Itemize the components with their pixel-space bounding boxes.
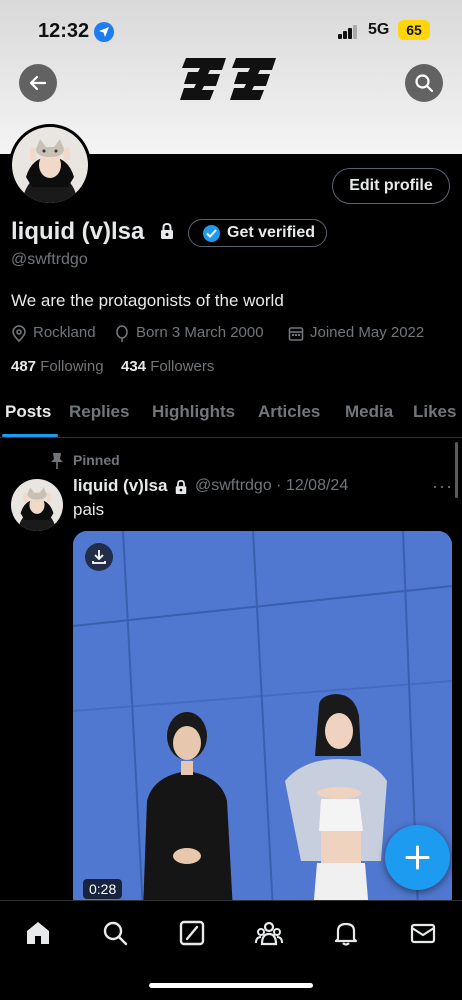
get-verified-label: Get verified [227, 224, 316, 241]
post-handle-date: @swftrdgo · 12/08/24 [195, 477, 349, 494]
tab-posts[interactable]: Posts [5, 402, 51, 422]
verified-badge-icon [203, 225, 220, 242]
search-icon[interactable] [101, 919, 129, 947]
location-arrow-icon [94, 22, 114, 42]
network-type: 5G [368, 21, 390, 38]
compose-button[interactable] [385, 825, 450, 890]
tab-highlights[interactable]: Highlights [152, 402, 235, 422]
following-count: 487 [11, 358, 37, 375]
profile-tabs: Posts Replies Highlights Articles Media … [0, 394, 462, 438]
search-button[interactable] [405, 64, 443, 102]
edit-profile-button[interactable]: Edit profile [332, 168, 450, 204]
following-link[interactable]: 487 Following [11, 358, 104, 375]
calendar-icon [288, 327, 304, 341]
banner-logo [180, 58, 276, 100]
download-icon [92, 550, 106, 564]
cell-signal-icon [338, 25, 358, 39]
lock-icon [175, 479, 187, 494]
profile-bio: We are the protagonists of the world [11, 291, 284, 310]
lock-icon [161, 222, 173, 239]
get-verified-button[interactable]: Get verified [188, 219, 327, 247]
tab-replies[interactable]: Replies [69, 402, 129, 422]
video-duration: 0:28 [83, 879, 123, 899]
home-indicator [149, 983, 313, 988]
battery-indicator: 65 [398, 20, 430, 40]
scrollbar[interactable] [455, 442, 458, 498]
followers-link[interactable]: 434 Followers [121, 358, 214, 375]
post-avatar[interactable] [11, 479, 63, 531]
grok-icon[interactable] [178, 919, 206, 947]
followers-count: 434 [121, 358, 147, 375]
active-tab-indicator [2, 434, 58, 437]
followers-label: Followers [150, 358, 215, 375]
location-pin-icon [12, 325, 26, 343]
plus-icon [405, 845, 430, 870]
profile-avatar[interactable] [9, 124, 91, 206]
messages-icon[interactable] [409, 919, 437, 947]
back-button[interactable] [19, 64, 57, 102]
arrow-left-icon [29, 75, 47, 91]
communities-icon[interactable] [255, 919, 283, 947]
tab-articles[interactable]: Articles [258, 402, 320, 422]
notifications-icon[interactable] [332, 919, 360, 947]
profile-name: liquid (v)lsa [11, 218, 145, 245]
search-icon [415, 74, 434, 93]
pinned-label: Pinned [73, 452, 120, 468]
profile-handle: @swftrdgo [11, 251, 88, 268]
balloon-icon [116, 325, 128, 342]
download-button[interactable] [85, 543, 113, 571]
home-icon[interactable] [24, 919, 52, 947]
following-label: Following [40, 358, 104, 375]
tab-likes[interactable]: Likes [413, 402, 456, 422]
post-author-name[interactable]: liquid (v)lsa [73, 476, 167, 496]
post-text: pais [73, 500, 105, 519]
tab-media[interactable]: Media [345, 402, 393, 422]
pin-icon [51, 453, 63, 469]
status-time: 12:32 [38, 20, 90, 42]
more-options-icon[interactable]: ··· [432, 476, 453, 497]
